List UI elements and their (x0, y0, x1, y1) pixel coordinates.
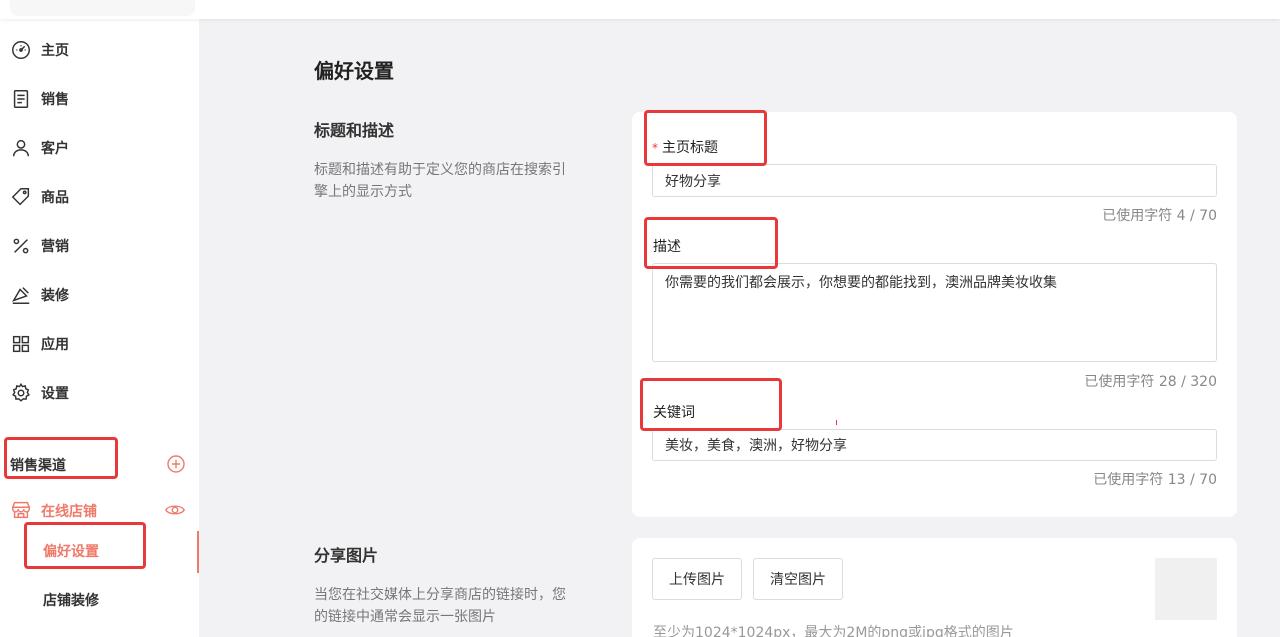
top-bar (0, 0, 1280, 19)
sidebar-sub-item-store-decoration[interactable]: 店铺装修 (0, 580, 199, 616)
tag-icon (11, 188, 30, 206)
sidebar-item-home[interactable]: 主页 (0, 32, 199, 68)
sidebar-item-label: 装修 (41, 288, 69, 304)
upload-image-button[interactable]: 上传图片 (652, 558, 742, 600)
home-title-label-text: 主页标题 (662, 140, 718, 156)
section-description-share-image: 当您在社交媒体上分享商店的链接时，您的链接中通常会显示一张图片 (314, 587, 566, 625)
sidebar-sub-item-preferences[interactable]: 偏好设置 (0, 531, 199, 573)
required-mark: * (652, 141, 658, 155)
percent-icon (13, 238, 29, 254)
sidebar-item-marketing[interactable]: 营销 (0, 228, 199, 264)
sidebar-item-sales[interactable]: 销售 (0, 81, 199, 117)
top-bar-logo-area (10, 0, 195, 16)
user-icon (12, 139, 30, 157)
image-preview (1155, 558, 1217, 620)
sidebar-item-label: 商品 (41, 190, 69, 206)
apps-icon (12, 335, 30, 353)
sidebar-item-customers[interactable]: 客户 (0, 130, 199, 166)
image-hint: 至少为1024*1024px，最大为2M的png或jpg格式的图片 (653, 625, 1014, 637)
sidebar-item-products[interactable]: 商品 (0, 179, 199, 215)
red-mark (836, 420, 837, 425)
sidebar-item-apps[interactable]: 应用 (0, 326, 199, 362)
sales-channel-header: 销售渠道 (0, 446, 199, 482)
sidebar-item-label: 应用 (41, 337, 69, 353)
sidebar-sub-item-label: 店铺装修 (43, 593, 99, 609)
add-channel-icon[interactable] (166, 454, 186, 474)
paint-icon (12, 287, 30, 304)
home-title-counter: 已使用字符 4 / 70 (1102, 208, 1217, 224)
keywords-input[interactable]: 美妆，美食，澳洲，好物分享 (652, 429, 1217, 461)
active-indicator (197, 531, 199, 573)
store-icon (12, 501, 30, 519)
home-title-input[interactable]: 好物分享 (652, 164, 1217, 197)
home-title-label: * 主页标题 (652, 137, 718, 157)
sidebar-item-label: 主页 (41, 43, 69, 59)
sales-channel-label: 销售渠道 (10, 458, 66, 474)
sidebar-sub-item-label: 偏好设置 (43, 544, 99, 560)
sidebar-item-label: 营销 (41, 239, 69, 255)
keywords-counter: 已使用字符 13 / 70 (1093, 472, 1217, 488)
eye-icon[interactable] (164, 501, 186, 519)
section-title-seo: 标题和描述 (314, 121, 395, 140)
sidebar-item-label: 设置 (41, 386, 69, 402)
sidebar-item-label: 销售 (41, 92, 69, 108)
dashboard-icon (12, 41, 30, 59)
page-title: 偏好设置 (314, 59, 394, 83)
section-title-share-image: 分享图片 (314, 546, 379, 565)
online-store-label: 在线店铺 (41, 504, 97, 520)
description-textarea[interactable]: 你需要的我们都会展示，你想要的都能找到，澳洲品牌美妆收集 (652, 263, 1217, 362)
description-counter: 已使用字符 28 / 320 (1084, 374, 1217, 390)
description-label: 描述 (653, 239, 681, 255)
clear-image-button[interactable]: 清空图片 (753, 558, 843, 600)
section-description-seo: 标题和描述有助于定义您的商店在搜索引擎上的显示方式 (314, 162, 566, 200)
keywords-label: 关键词 (653, 405, 695, 421)
sidebar-item-decoration[interactable]: 装修 (0, 277, 199, 313)
sidebar-item-settings[interactable]: 设置 (0, 375, 199, 411)
sidebar: 主页 销售 客户 商品 营销 装修 应用 设置 销售渠道 在线店铺 偏好设置 店… (0, 19, 199, 637)
gear-icon (12, 382, 30, 402)
online-store-item[interactable]: 在线店铺 (0, 492, 199, 528)
receipt-icon (13, 90, 29, 108)
sidebar-item-label: 客户 (41, 141, 69, 157)
